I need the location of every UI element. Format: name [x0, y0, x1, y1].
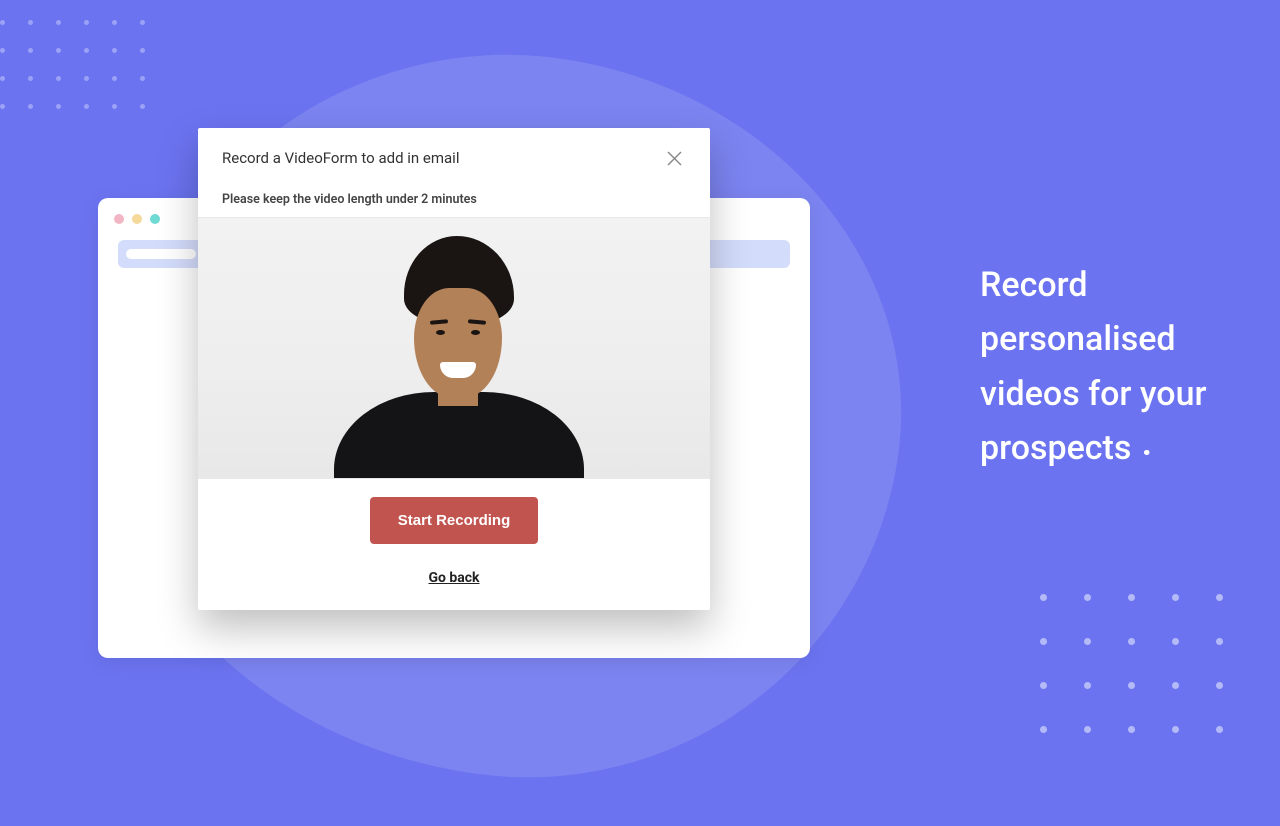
modal-title: Record a VideoForm to add in email [222, 149, 459, 167]
traffic-light-minimize-icon [132, 214, 142, 224]
traffic-light-maximize-icon [150, 214, 160, 224]
modal-subtitle: Please keep the video length under 2 min… [198, 184, 710, 217]
hero-text: Record personalised videos for your pros… [980, 265, 1207, 468]
video-preview [198, 217, 710, 479]
camera-preview-person [314, 228, 594, 478]
address-bar-placeholder [126, 249, 196, 259]
record-video-modal: Record a VideoForm to add in email Pleas… [198, 128, 710, 610]
decorative-dots-top-left [0, 20, 168, 132]
hero-tagline: Record personalised videos for your pros… [980, 258, 1240, 476]
close-button[interactable] [662, 146, 686, 170]
close-icon [667, 151, 682, 166]
go-back-link[interactable]: Go back [428, 570, 479, 586]
start-recording-button[interactable]: Start Recording [370, 497, 539, 544]
traffic-light-close-icon [114, 214, 124, 224]
decorative-dots-bottom-right [1040, 594, 1260, 770]
